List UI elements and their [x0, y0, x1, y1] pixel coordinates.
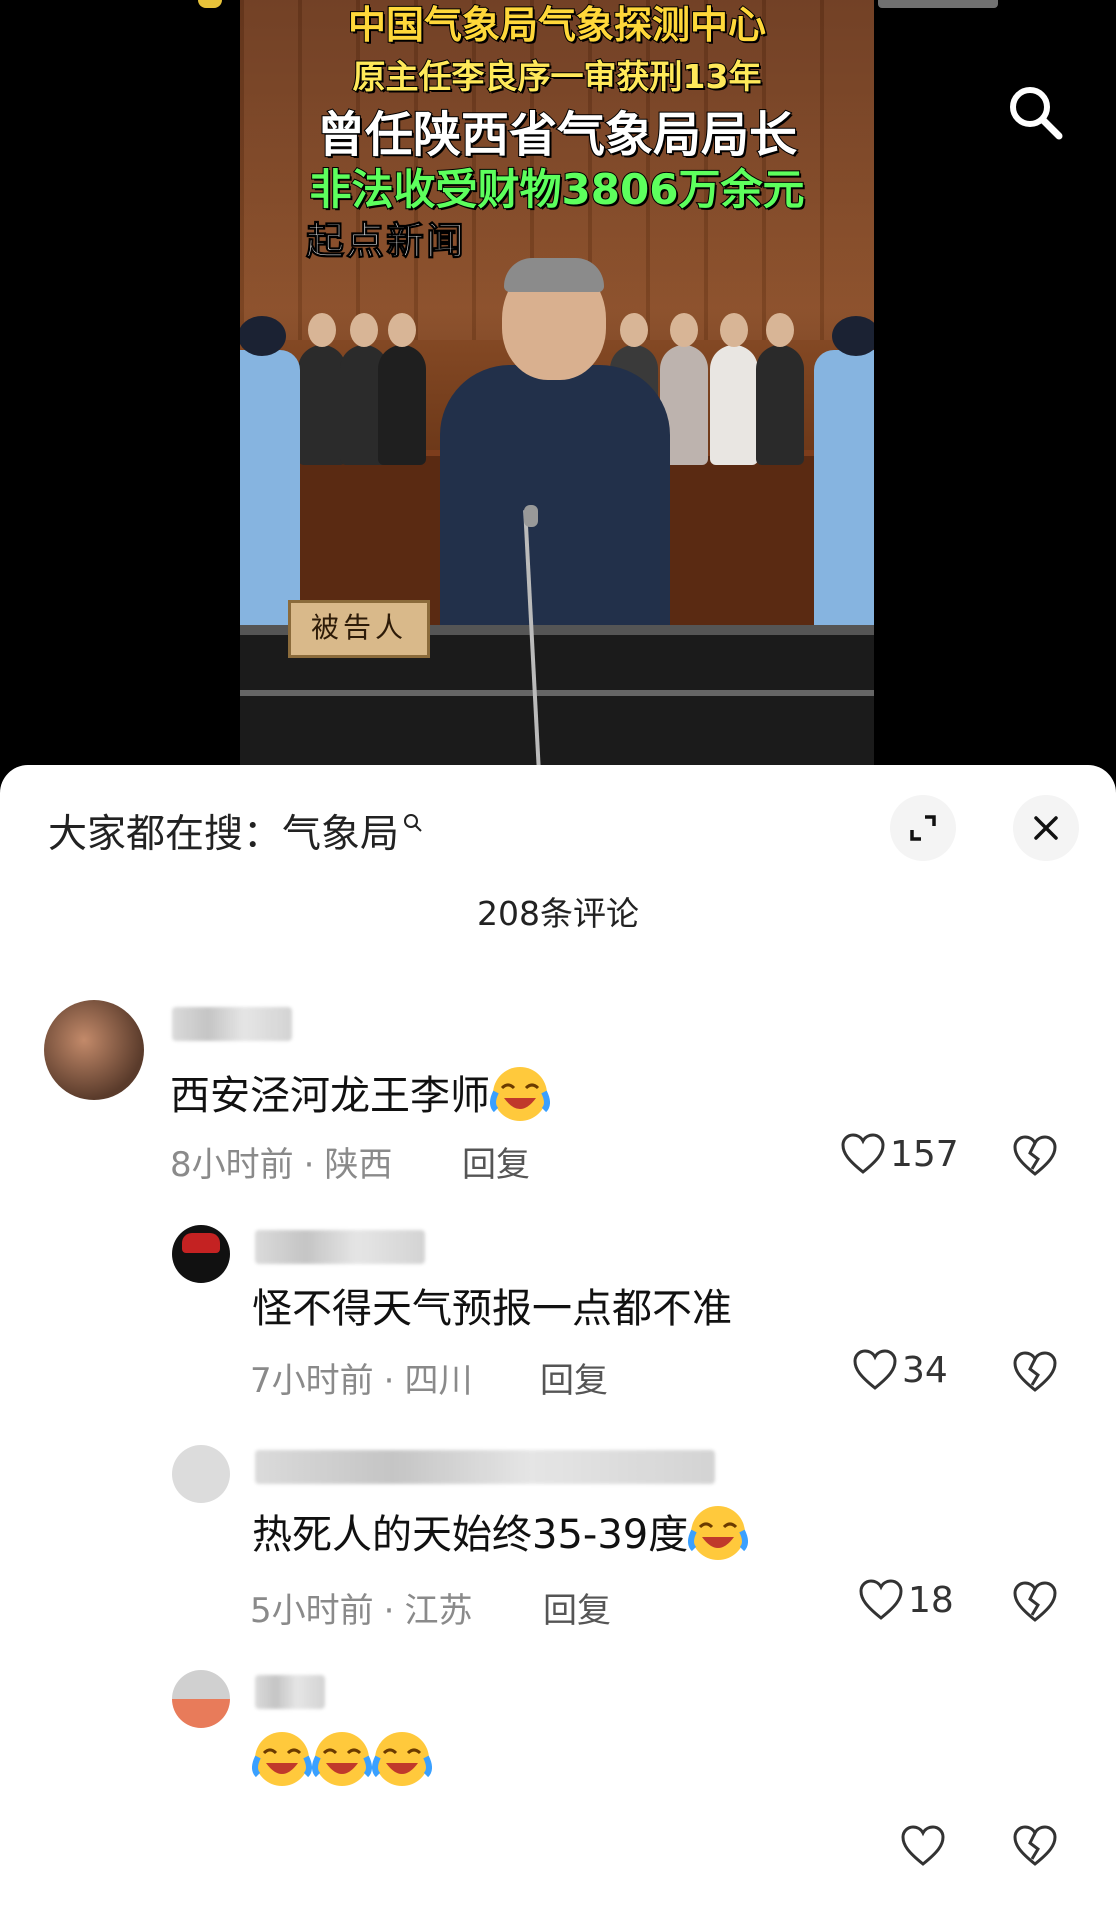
reply-button[interactable]: 回复 — [462, 1137, 530, 1186]
video-caption-line-4: 非法收受财物3806万余元 — [309, 164, 806, 215]
crying-laughing-emoji-icon — [688, 1506, 749, 1560]
like-count: 157 — [890, 1133, 959, 1175]
reply-button[interactable]: 回复 — [540, 1353, 608, 1402]
comment-meta: 7小时前 · 四川 — [250, 1361, 473, 1401]
hot-search-keyword[interactable]: 气象局 — [282, 812, 399, 857]
hot-search-prefix: 大家都在搜： — [48, 812, 283, 857]
close-icon — [1034, 816, 1058, 840]
like-button[interactable]: 157 — [840, 1133, 959, 1175]
avatar[interactable] — [172, 1225, 230, 1283]
comment-sheet: 大家都在搜：气象局 208条评论 西安泾河龙王李师 8小时前 · 陕西 回复 157 — [0, 765, 1116, 1906]
video-player[interactable]: 被告人 中国气象局气象探测中心 原主任李良序一审获刑13年 曾任陕西省气象局局长… — [0, 0, 1116, 770]
broken-heart-icon[interactable] — [1012, 1351, 1058, 1393]
username-redacted[interactable] — [172, 1007, 292, 1041]
username-redacted[interactable] — [255, 1675, 325, 1709]
small-search-icon — [404, 814, 422, 832]
source-logo: 起点新闻 — [305, 219, 467, 264]
comment-text: 怪不得天气预报一点都不准 — [252, 1286, 732, 1332]
reply-button[interactable]: 回复 — [543, 1583, 611, 1632]
heart-icon — [853, 1349, 897, 1390]
comment-meta: 5小时前 · 江苏 — [250, 1591, 473, 1631]
video-caption-line-2: 原主任李良序一审获刑13年 — [352, 56, 763, 97]
username-redacted[interactable] — [255, 1230, 425, 1264]
status-icons — [878, 0, 998, 8]
audience-member — [298, 313, 346, 465]
comment-count: 208条评论 — [477, 894, 639, 933]
username-redacted[interactable] — [255, 1450, 715, 1484]
defendant-plaque: 被告人 — [288, 600, 430, 658]
heart-icon — [841, 1133, 885, 1174]
like-count: 18 — [908, 1579, 954, 1621]
crying-laughing-emoji-icon — [312, 1732, 372, 1786]
expand-button[interactable] — [890, 795, 956, 861]
crying-laughing-emoji-icon — [372, 1732, 432, 1786]
broken-heart-icon[interactable] — [1012, 1581, 1058, 1623]
status-indicator — [198, 0, 222, 8]
avatar[interactable] — [172, 1445, 230, 1503]
like-count: 34 — [902, 1349, 948, 1391]
avatar[interactable] — [44, 1000, 144, 1100]
crying-laughing-emoji-icon — [252, 1732, 312, 1786]
like-button[interactable]: 34 — [852, 1349, 948, 1391]
heart-icon — [901, 1825, 945, 1866]
hot-search-bar[interactable]: 大家都在搜：气象局 — [48, 803, 423, 859]
comment-meta: 8小时前 · 陕西 — [170, 1145, 393, 1185]
video-caption-line-3: 曾任陕西省气象局局长 — [316, 106, 798, 164]
comment-text: 热死人的天始终35-39度 — [252, 1502, 749, 1567]
police-officer — [814, 316, 874, 650]
search-icon[interactable] — [1005, 82, 1065, 142]
audience-member — [378, 313, 426, 465]
audience-member — [756, 313, 804, 465]
comment-text: 西安泾河龙王李师 — [170, 1063, 550, 1128]
video-caption-line-1: 中国气象局气象探测中心 — [347, 2, 767, 48]
audience-member — [710, 313, 758, 465]
heart-icon — [859, 1579, 903, 1620]
close-button[interactable] — [1013, 795, 1079, 861]
comment-text — [252, 1732, 432, 1793]
broken-heart-icon[interactable] — [1012, 1825, 1058, 1867]
like-button[interactable]: 18 — [858, 1579, 954, 1621]
like-button[interactable] — [900, 1825, 946, 1867]
crying-laughing-emoji-icon — [490, 1067, 550, 1121]
video-frame: 被告人 中国气象局气象探测中心 原主任李良序一审获刑13年 曾任陕西省气象局局长… — [240, 0, 874, 770]
broken-heart-icon[interactable] — [1012, 1135, 1058, 1177]
expand-icon — [910, 815, 936, 841]
avatar[interactable] — [172, 1670, 230, 1728]
